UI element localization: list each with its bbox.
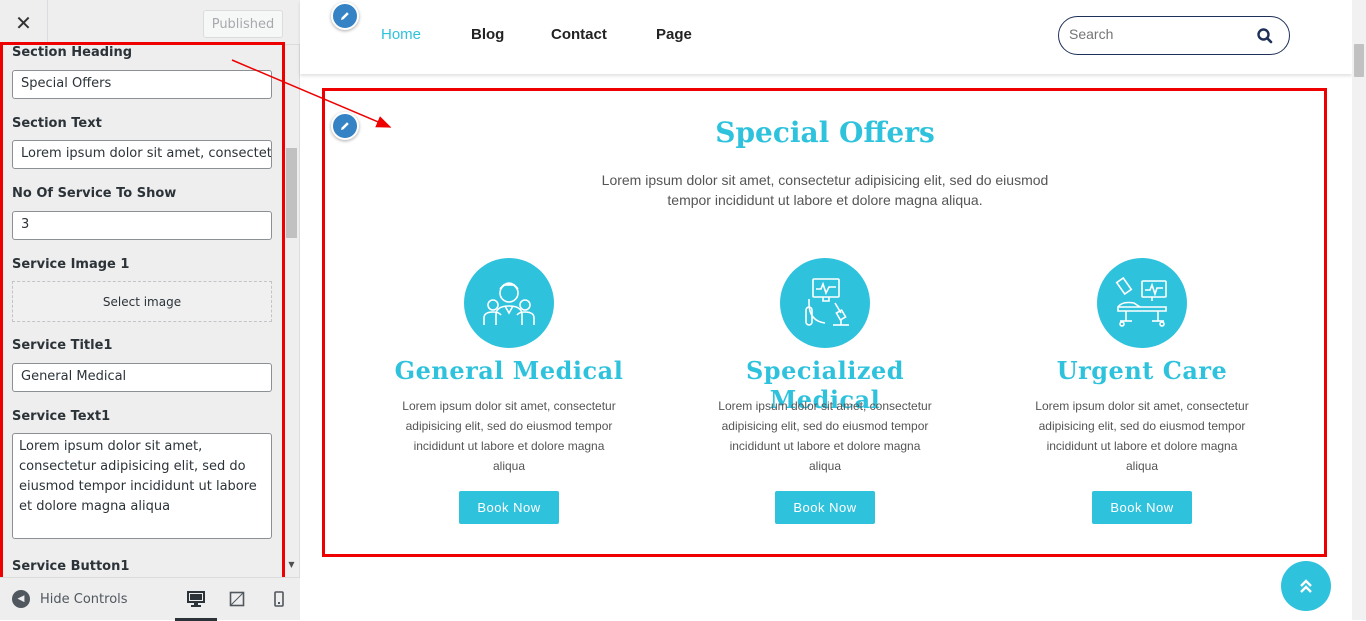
- sidebar-scrollbar[interactable]: [284, 45, 299, 577]
- book-now-button[interactable]: Book Now: [1092, 491, 1192, 524]
- section-heading-input[interactable]: Special Offers: [12, 70, 272, 99]
- service-title1-label: Service Title1: [12, 338, 113, 353]
- scroll-to-top-button[interactable]: [1281, 561, 1331, 611]
- nurse-team-icon: [464, 258, 554, 348]
- select-image-button[interactable]: Select image: [12, 281, 272, 322]
- customizer-sidebar: ✕ Published Section Heading Special Offe…: [0, 0, 300, 621]
- published-button[interactable]: Published: [203, 10, 283, 38]
- hospital-bed-icon: [1097, 258, 1187, 348]
- close-customizer-button[interactable]: ✕: [0, 0, 48, 45]
- service-text: Lorem ipsum dolor sit amet, consectetur …: [402, 399, 616, 473]
- section-text: Lorem ipsum dolor sit amet, consectetur …: [601, 172, 1049, 208]
- desktop-icon[interactable]: [187, 590, 205, 608]
- site-header: Home Blog Contact Page: [300, 0, 1352, 74]
- nav-home[interactable]: Home: [381, 26, 421, 43]
- service-title: Urgent Care: [1056, 356, 1228, 385]
- nav-page[interactable]: Page: [656, 26, 692, 43]
- section-text-input[interactable]: Lorem ipsum dolor sit amet, consectetur: [12, 140, 272, 169]
- mobile-icon[interactable]: [270, 590, 288, 608]
- section-heading-label: Section Heading: [12, 45, 133, 60]
- close-icon: ✕: [15, 10, 32, 35]
- search-box: [1058, 16, 1290, 55]
- num-services-label: No Of Service To Show: [12, 186, 177, 201]
- double-chevron-up-icon: [1300, 579, 1312, 593]
- service-title1-input[interactable]: General Medical: [12, 363, 272, 392]
- nav-blog[interactable]: Blog: [471, 26, 504, 43]
- section-text-label: Section Text: [12, 116, 102, 131]
- service-text: Lorem ipsum dolor sit amet, consectetur …: [1035, 399, 1249, 473]
- hide-controls-button[interactable]: ◀ Hide Controls: [12, 590, 128, 608]
- service-image1-label: Service Image 1: [12, 257, 130, 272]
- customizer-footer: ◀ Hide Controls: [0, 577, 300, 621]
- service-text1-label: Service Text1: [12, 409, 111, 424]
- controls-panel: Section Heading Special Offers Section T…: [0, 45, 284, 577]
- edit-header-pencil-icon[interactable]: [331, 2, 359, 30]
- search-input[interactable]: [1069, 26, 1249, 42]
- service-card: Urgent Care Lorem ipsum dolor sit amet, …: [1012, 258, 1272, 528]
- service-text: Lorem ipsum dolor sit amet, consectetur …: [718, 399, 932, 473]
- hide-controls-label: Hide Controls: [40, 591, 128, 607]
- preview-scrollbar[interactable]: [1352, 0, 1366, 620]
- customizer-header: ✕ Published: [0, 0, 300, 45]
- book-now-button[interactable]: Book Now: [775, 491, 875, 524]
- book-now-button[interactable]: Book Now: [459, 491, 559, 524]
- service-card: Specialized Medical Lorem ipsum dolor si…: [695, 258, 955, 528]
- lab-monitor-icon: [780, 258, 870, 348]
- site-preview: Home Blog Contact Page Special Offers Lo…: [300, 0, 1366, 620]
- sidebar-scrollbar-thumb[interactable]: [286, 148, 297, 238]
- collapse-arrow-icon: ◀: [12, 590, 30, 608]
- preview-scrollbar-thumb[interactable]: [1354, 44, 1364, 77]
- tablet-icon[interactable]: [228, 590, 246, 608]
- nav-contact[interactable]: Contact: [551, 26, 607, 43]
- search-icon[interactable]: [1255, 26, 1275, 46]
- scroll-down-arrow-icon[interactable]: ▼: [286, 560, 297, 572]
- service-text1-textarea[interactable]: Lorem ipsum dolor sit amet, consectetur …: [12, 433, 272, 539]
- section-heading: Special Offers: [715, 116, 935, 149]
- service-button1-label: Service Button1: [12, 559, 130, 574]
- service-card: General Medical Lorem ipsum dolor sit am…: [379, 258, 639, 528]
- service-title: General Medical: [394, 356, 624, 385]
- num-services-input[interactable]: 3: [12, 211, 272, 240]
